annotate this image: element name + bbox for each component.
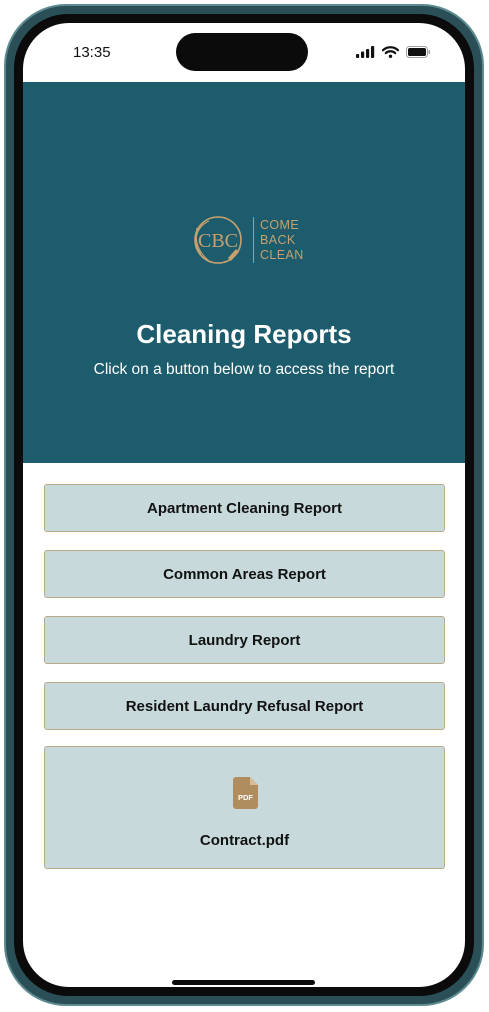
home-indicator[interactable] bbox=[172, 980, 315, 985]
common-areas-report-button[interactable]: Common Areas Report bbox=[44, 550, 445, 598]
laundry-report-button[interactable]: Laundry Report bbox=[44, 616, 445, 664]
wifi-icon bbox=[382, 46, 399, 58]
page-title: Cleaning Reports bbox=[136, 319, 352, 349]
resident-laundry-refusal-report-button[interactable]: Resident Laundry Refusal Report bbox=[44, 682, 445, 730]
logo-divider bbox=[253, 217, 254, 263]
status-time: 13:35 bbox=[73, 44, 111, 61]
status-bar: 13:35 bbox=[23, 23, 465, 83]
logo-word: BACK bbox=[260, 232, 296, 247]
page-header: CBC COME BACK CLEAN Cleaning Reports Cli… bbox=[23, 82, 465, 463]
dynamic-island bbox=[176, 33, 308, 71]
battery-icon bbox=[406, 46, 431, 58]
signal-icon bbox=[356, 46, 375, 58]
logo-word: COME bbox=[260, 217, 300, 232]
logo-monogram: CBC bbox=[198, 230, 238, 252]
come-back-clean-logo: CBC COME BACK CLEAN bbox=[189, 214, 304, 266]
logo-wordmark: COME BACK CLEAN bbox=[260, 218, 304, 263]
apartment-cleaning-report-button[interactable]: Apartment Cleaning Report bbox=[44, 484, 445, 532]
phone-frame: 13:35 CBC COME BACK CLEAN Cleaning Repor… bbox=[4, 4, 484, 1006]
phone-bezel: 13:35 CBC COME BACK CLEAN Cleaning Repor… bbox=[14, 14, 474, 996]
logo-word: CLEAN bbox=[260, 247, 304, 262]
contract-pdf-button[interactable]: PDF Contract.pdf bbox=[44, 746, 445, 869]
pdf-file-name: Contract.pdf bbox=[199, 832, 290, 849]
pdf-file-icon: PDF bbox=[233, 777, 258, 809]
app-screen: 13:35 CBC COME BACK CLEAN Cleaning Repor… bbox=[23, 23, 465, 987]
page-subtitle: Click on a button below to access the re… bbox=[93, 361, 395, 378]
cbc-logo-icon: CBC bbox=[194, 216, 242, 264]
pdf-icon-label: PDF bbox=[238, 793, 253, 802]
status-icons bbox=[356, 46, 431, 58]
